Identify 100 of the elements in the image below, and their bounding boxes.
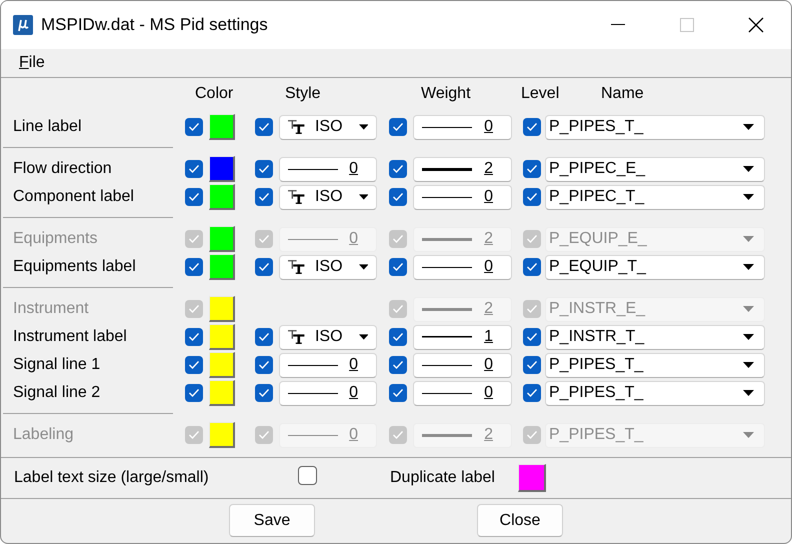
checkbox[interactable] bbox=[185, 300, 203, 318]
color-swatch[interactable] bbox=[209, 352, 235, 378]
level-dropdown[interactable]: P_PIPES_T_ bbox=[545, 352, 765, 378]
option-label: Label text size (large/small) bbox=[14, 469, 210, 487]
checkbox[interactable] bbox=[389, 160, 407, 178]
column-header: Color bbox=[195, 85, 234, 103]
style-field[interactable]: ISO bbox=[279, 324, 377, 350]
check-icon bbox=[392, 304, 404, 314]
checkbox[interactable] bbox=[389, 258, 407, 276]
row-label: Instrument label bbox=[12, 328, 128, 346]
check-icon bbox=[526, 122, 538, 132]
checkbox[interactable] bbox=[389, 426, 407, 444]
checkbox[interactable] bbox=[255, 384, 273, 402]
style-value: 0 bbox=[349, 426, 358, 444]
checkbox[interactable] bbox=[255, 426, 273, 444]
weight-field[interactable]: 2 bbox=[413, 156, 512, 182]
checkbox[interactable] bbox=[185, 118, 203, 136]
checkbox[interactable] bbox=[389, 384, 407, 402]
checkbox[interactable] bbox=[523, 118, 541, 136]
font-icon bbox=[288, 188, 307, 206]
color-swatch[interactable] bbox=[209, 324, 235, 350]
check-icon bbox=[526, 164, 538, 174]
color-swatch[interactable] bbox=[209, 380, 235, 406]
checkbox[interactable] bbox=[523, 356, 541, 374]
row-label: Line label bbox=[12, 118, 82, 136]
line-sample-icon bbox=[422, 364, 472, 366]
caret-icon bbox=[743, 334, 754, 340]
level-dropdown[interactable]: P_PIPEC_T_ bbox=[545, 184, 765, 210]
color-swatch[interactable] bbox=[209, 156, 235, 182]
line-sample-icon bbox=[288, 434, 338, 436]
checkbox[interactable] bbox=[185, 328, 203, 346]
weight-field[interactable]: 0 bbox=[413, 184, 512, 210]
color-swatch[interactable] bbox=[209, 296, 235, 322]
color-swatch[interactable] bbox=[209, 114, 235, 140]
checkbox[interactable] bbox=[185, 230, 203, 248]
color-swatch[interactable] bbox=[209, 226, 235, 252]
checkbox[interactable] bbox=[255, 160, 273, 178]
checkbox[interactable] bbox=[523, 384, 541, 402]
line-sample-icon bbox=[422, 266, 472, 268]
caret-icon bbox=[743, 194, 754, 200]
line-sample-icon bbox=[288, 168, 338, 170]
checkbox[interactable] bbox=[389, 356, 407, 374]
checkbox[interactable] bbox=[523, 188, 541, 206]
style-field[interactable]: ISO bbox=[279, 184, 377, 210]
weight-value: 0 bbox=[484, 356, 493, 374]
checkbox[interactable] bbox=[255, 328, 273, 346]
color-swatch[interactable] bbox=[518, 464, 546, 492]
font-name: ISO bbox=[314, 258, 343, 276]
level-dropdown[interactable]: P_PIPEC_E_ bbox=[545, 156, 765, 182]
check-icon bbox=[392, 430, 404, 440]
checkbox[interactable] bbox=[185, 188, 203, 206]
checkbox[interactable] bbox=[185, 160, 203, 178]
checkbox[interactable] bbox=[255, 258, 273, 276]
caret-icon bbox=[743, 306, 754, 312]
style-field[interactable]: 0 bbox=[279, 380, 377, 406]
checkbox[interactable] bbox=[523, 258, 541, 276]
level-dropdown[interactable]: P_INSTR_T_ bbox=[545, 324, 765, 350]
style-field[interactable]: ISO bbox=[279, 254, 377, 280]
check-icon bbox=[392, 192, 404, 202]
menu-item[interactable]: File bbox=[13, 52, 51, 74]
weight-field[interactable]: 0 bbox=[413, 380, 512, 406]
checkbox[interactable] bbox=[523, 328, 541, 346]
dialog-button[interactable]: Save bbox=[229, 504, 315, 537]
checkbox[interactable] bbox=[389, 230, 407, 248]
level-dropdown[interactable]: P_PIPES_T_ bbox=[545, 114, 765, 140]
dialog-button[interactable]: Close bbox=[477, 504, 563, 537]
checkbox[interactable] bbox=[523, 230, 541, 248]
checkbox[interactable] bbox=[255, 188, 273, 206]
caret-icon bbox=[743, 362, 754, 368]
checkbox[interactable] bbox=[389, 188, 407, 206]
checkbox[interactable] bbox=[255, 356, 273, 374]
checkbox[interactable] bbox=[389, 118, 407, 136]
checkbox[interactable] bbox=[389, 328, 407, 346]
checkbox[interactable] bbox=[298, 466, 317, 485]
checkbox[interactable] bbox=[389, 300, 407, 318]
weight-field[interactable]: 1 bbox=[413, 324, 512, 350]
level-dropdown[interactable]: P_EQUIP_T_ bbox=[545, 254, 765, 280]
checkbox[interactable] bbox=[523, 300, 541, 318]
weight-value: 0 bbox=[484, 118, 493, 136]
weight-field[interactable]: 0 bbox=[413, 254, 512, 280]
window-title: MSPIDw.dat - MS Pid settings bbox=[41, 15, 269, 35]
color-swatch[interactable] bbox=[209, 254, 235, 280]
checkbox[interactable] bbox=[523, 426, 541, 444]
line-sample-icon bbox=[288, 364, 338, 366]
checkbox[interactable] bbox=[185, 426, 203, 444]
checkbox[interactable] bbox=[255, 230, 273, 248]
checkbox[interactable] bbox=[523, 160, 541, 178]
weight-field[interactable]: 0 bbox=[413, 352, 512, 378]
checkbox[interactable] bbox=[185, 356, 203, 374]
style-field[interactable]: 0 bbox=[279, 156, 377, 182]
style-field[interactable]: 0 bbox=[279, 352, 377, 378]
checkbox[interactable] bbox=[185, 384, 203, 402]
checkbox[interactable] bbox=[185, 258, 203, 276]
color-swatch[interactable] bbox=[209, 184, 235, 210]
checkbox[interactable] bbox=[255, 118, 273, 136]
color-swatch[interactable] bbox=[209, 422, 235, 448]
level-dropdown[interactable]: P_PIPES_T_ bbox=[545, 380, 765, 406]
check-icon bbox=[526, 360, 538, 370]
style-field[interactable]: ISO bbox=[279, 114, 377, 140]
weight-field[interactable]: 0 bbox=[413, 114, 512, 140]
